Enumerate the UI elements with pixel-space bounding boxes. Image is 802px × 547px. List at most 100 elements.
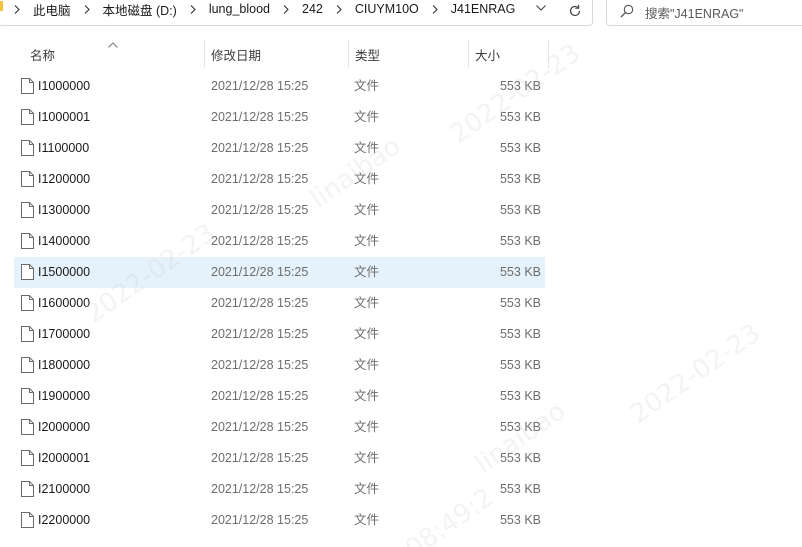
file-type: 文件 [354, 482, 380, 496]
file-name: I1200000 [38, 172, 91, 186]
file-row[interactable]: I1300000 2021/12/28 15:25 文件 553 KB [14, 195, 545, 226]
column-header-size[interactable]: 大小 [475, 40, 500, 68]
file-size: 553 KB [499, 513, 541, 527]
file-modified: 2021/12/28 15:25 [211, 482, 309, 496]
refresh-icon[interactable] [565, 2, 585, 20]
search-box[interactable]: 搜索"J41ENRAG" [606, 0, 802, 26]
breadcrumb: 此电脑 本地磁盘 (D:) lung_blood 242 CIUYM10O J4… [5, 0, 519, 21]
file-icon [21, 78, 34, 94]
column-divider[interactable] [204, 40, 205, 68]
file-row[interactable]: I1600000 2021/12/28 15:25 文件 553 KB [14, 288, 545, 319]
file-row[interactable]: I1500000 2021/12/28 15:25 文件 553 KB [14, 257, 545, 288]
file-name: I2000001 [38, 451, 91, 465]
file-size: 553 KB [499, 389, 541, 403]
chevron-right-icon[interactable] [5, 4, 29, 14]
file-size: 553 KB [499, 141, 541, 155]
breadcrumb-item-j41enrag[interactable]: J41ENRAG [447, 2, 520, 16]
file-name: I1300000 [38, 203, 91, 217]
breadcrumb-item-local-disk[interactable]: 本地磁盘 (D:) [99, 0, 181, 19]
file-icon [21, 357, 34, 373]
file-row[interactable]: I1400000 2021/12/28 15:25 文件 553 KB [14, 226, 545, 257]
file-row[interactable]: I2000001 2021/12/28 15:25 文件 553 KB [14, 443, 545, 474]
file-modified: 2021/12/28 15:25 [211, 389, 309, 403]
breadcrumb-item-this-pc[interactable]: 此电脑 [29, 0, 75, 19]
column-divider[interactable] [348, 40, 349, 68]
file-row[interactable]: I1700000 2021/12/28 15:25 文件 553 KB [14, 319, 545, 350]
file-size: 553 KB [499, 172, 541, 186]
column-header-modified[interactable]: 修改日期 [211, 40, 261, 68]
file-name: I2100000 [38, 482, 91, 496]
chevron-down-icon[interactable] [533, 0, 549, 16]
search-icon [620, 4, 636, 20]
file-icon [21, 512, 34, 528]
file-type: 文件 [354, 513, 380, 527]
file-modified: 2021/12/28 15:25 [211, 203, 309, 217]
file-name: I1900000 [38, 389, 91, 403]
file-type: 文件 [354, 358, 380, 372]
file-icon [21, 171, 34, 187]
folder-icon [0, 1, 3, 11]
file-name: I1100000 [38, 141, 90, 155]
file-modified: 2021/12/28 15:25 [211, 110, 309, 124]
file-icon [21, 140, 34, 156]
column-divider[interactable] [548, 40, 549, 68]
file-type: 文件 [354, 203, 380, 217]
file-name: I1000000 [38, 79, 91, 93]
file-row[interactable]: I1800000 2021/12/28 15:25 文件 553 KB [14, 350, 545, 381]
file-size: 553 KB [499, 265, 541, 279]
file-size: 553 KB [499, 451, 541, 465]
file-icon [21, 264, 34, 280]
chevron-right-icon[interactable] [75, 4, 99, 14]
file-modified: 2021/12/28 15:25 [211, 79, 309, 93]
file-icon [21, 388, 34, 404]
file-name: I1000001 [38, 110, 91, 124]
toolbar: 此电脑 本地磁盘 (D:) lung_blood 242 CIUYM10O J4… [0, 0, 802, 28]
file-modified: 2021/12/28 15:25 [211, 420, 309, 434]
breadcrumb-item-ciuym10o[interactable]: CIUYM10O [351, 2, 423, 16]
chevron-right-icon[interactable] [423, 4, 447, 14]
file-type: 文件 [354, 389, 380, 403]
address-bar[interactable]: 此电脑 本地磁盘 (D:) lung_blood 242 CIUYM10O J4… [0, 0, 593, 26]
file-row[interactable]: I1000000 2021/12/28 15:25 文件 553 KB [14, 71, 545, 102]
file-modified: 2021/12/28 15:25 [211, 265, 309, 279]
file-type: 文件 [354, 327, 380, 341]
column-header-name[interactable]: 名称 [30, 40, 55, 68]
file-row[interactable]: I1100000 2021/12/28 15:25 文件 553 KB [14, 133, 545, 164]
file-size: 553 KB [499, 296, 541, 310]
file-name: I2000000 [38, 420, 91, 434]
file-size: 553 KB [499, 420, 541, 434]
sort-ascending-icon [108, 37, 120, 48]
file-type: 文件 [354, 172, 380, 186]
file-modified: 2021/12/28 15:25 [211, 234, 309, 248]
column-header-type[interactable]: 类型 [355, 40, 380, 68]
file-size: 553 KB [499, 327, 541, 341]
file-row[interactable]: I1900000 2021/12/28 15:25 文件 553 KB [14, 381, 545, 412]
file-row[interactable]: I2200000 2021/12/28 15:25 文件 553 KB [14, 505, 545, 536]
breadcrumb-item-242[interactable]: 242 [298, 2, 327, 16]
file-type: 文件 [354, 234, 380, 248]
search-input[interactable]: 搜索"J41ENRAG" [645, 3, 743, 22]
file-size: 553 KB [499, 110, 541, 124]
file-row[interactable]: I2100000 2021/12/28 15:25 文件 553 KB [14, 474, 545, 505]
file-row[interactable]: I1200000 2021/12/28 15:25 文件 553 KB [14, 164, 545, 195]
file-icon [21, 450, 34, 466]
breadcrumb-item-lung-blood[interactable]: lung_blood [205, 2, 274, 16]
file-name: I1700000 [38, 327, 91, 341]
file-size: 553 KB [499, 234, 541, 248]
chevron-right-icon[interactable] [327, 4, 351, 14]
file-name: I1600000 [38, 296, 91, 310]
column-divider[interactable] [468, 40, 469, 68]
file-name: I1500000 [38, 265, 91, 279]
file-modified: 2021/12/28 15:25 [211, 296, 309, 310]
file-icon [21, 109, 34, 125]
file-type: 文件 [354, 141, 380, 155]
file-size: 553 KB [499, 482, 541, 496]
file-row[interactable]: I2000000 2021/12/28 15:25 文件 553 KB [14, 412, 545, 443]
file-row[interactable]: I1000001 2021/12/28 15:25 文件 553 KB [14, 102, 545, 133]
file-size: 553 KB [499, 79, 541, 93]
chevron-right-icon[interactable] [181, 4, 205, 14]
file-list: I1000000 2021/12/28 15:25 文件 553 KB I1000001… [14, 71, 545, 536]
chevron-right-icon[interactable] [274, 4, 298, 14]
file-type: 文件 [354, 265, 380, 279]
watermark-text: 2022-02-23 [625, 318, 766, 430]
